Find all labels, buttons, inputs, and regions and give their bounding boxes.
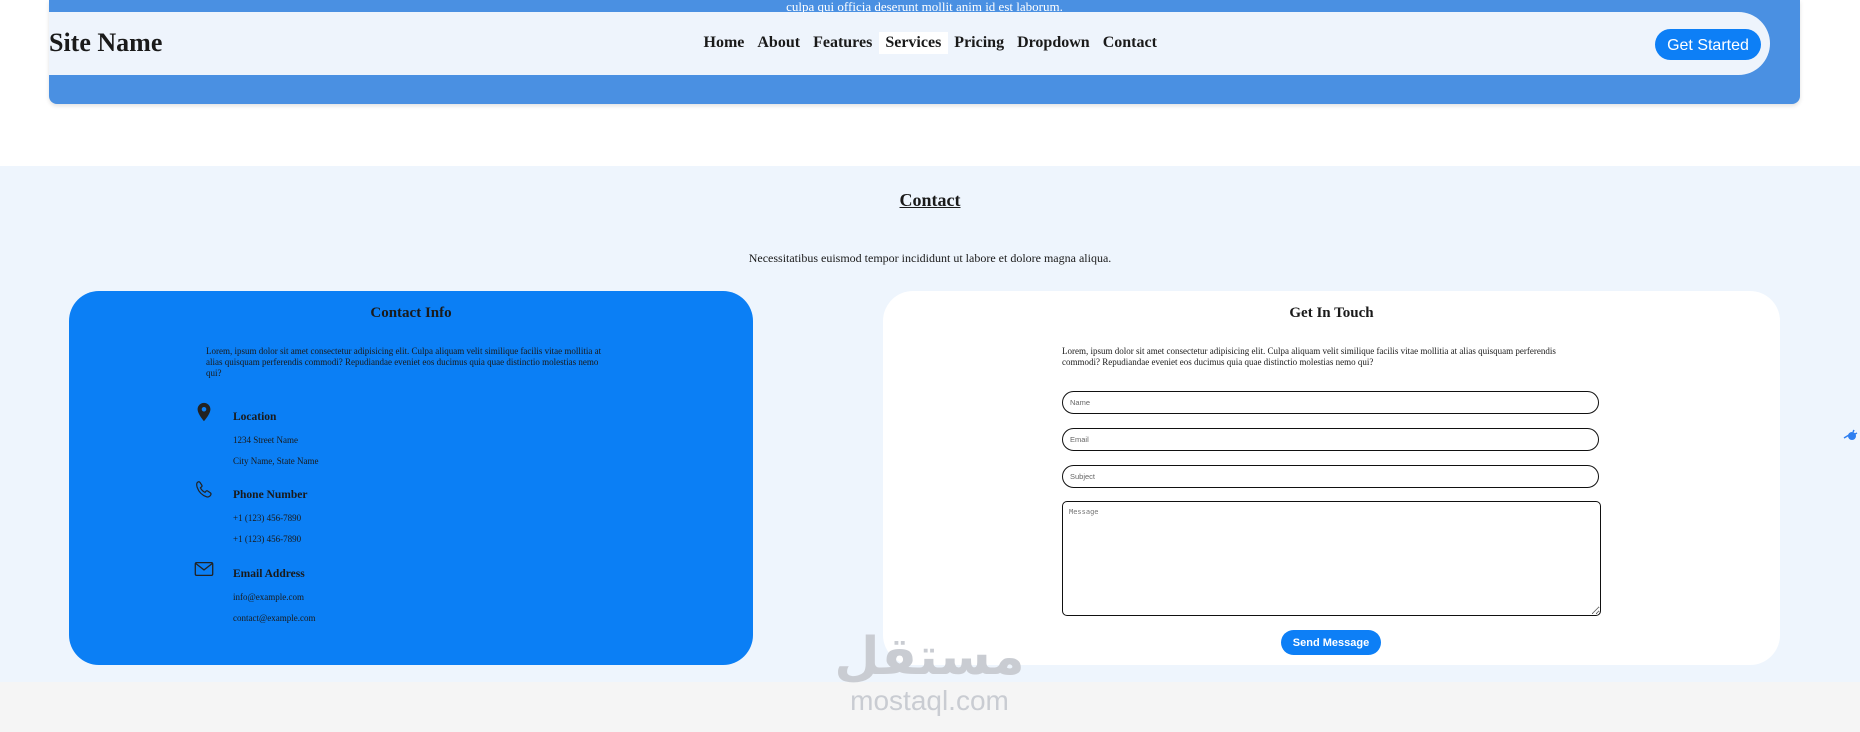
send-message-button[interactable]: Send Message [1281,630,1381,655]
phone-title: Phone Number [233,489,308,501]
email-title: Email Address [233,568,305,580]
phone-line-2: +1 (123) 456-7890 [233,534,302,544]
name-input[interactable] [1062,391,1599,414]
message-textarea[interactable] [1062,501,1601,616]
form-description: Lorem, ipsum dolor sit amet consectetur … [1062,346,1556,367]
nav-item-pricing[interactable]: Pricing [948,32,1011,54]
navbar: Site Name Home About Features Services P… [49,12,1770,75]
contact-section: Contact Necessitatibus euismod tempor in… [0,166,1860,682]
email-line-2[interactable]: contact@example.com [233,613,316,623]
nav-item-home[interactable]: Home [697,32,751,54]
form-heading: Get In Touch [1289,305,1374,321]
nav-menu: Home About Features Services Pricing Dro… [697,32,1163,54]
map-pin-icon [197,402,211,422]
floating-widget-icon[interactable] [1840,426,1860,446]
email-input[interactable] [1062,428,1599,451]
contact-form-card: Get In Touch Lorem, ipsum dolor sit amet… [883,291,1780,665]
watermark-latin: mostaql.com [850,685,1009,716]
watermark-arabic: مستقل [834,627,1025,687]
site-logo-text[interactable]: Site Name [49,26,162,60]
nav-item-features[interactable]: Features [807,32,879,54]
nav-item-contact[interactable]: Contact [1096,32,1163,54]
phone-line-1: +1 (123) 456-7890 [233,513,302,523]
subject-input[interactable] [1062,465,1599,488]
watermark: مستقل mostaql.com [832,628,1027,716]
nav-item-services[interactable]: Services [878,32,948,54]
section-title: Contact [899,190,961,210]
get-started-button[interactable]: Get Started [1655,29,1761,60]
email-line-1[interactable]: info@example.com [233,592,304,602]
contact-info-description: Lorem, ipsum dolor sit amet consectetur … [206,346,602,378]
phone-icon [196,481,212,498]
contact-info-heading: Contact Info [370,305,452,321]
nav-item-about[interactable]: About [751,32,807,54]
section-subtitle: Necessitatibus euismod tempor incididunt… [748,251,1112,265]
location-line-2: City Name, State Name [233,456,319,466]
nav-item-dropdown[interactable]: Dropdown [1011,32,1097,54]
contact-info-card: Contact Info Lorem, ipsum dolor sit amet… [69,291,753,665]
location-line-1: 1234 Street Name [233,435,298,445]
location-title: Location [233,411,277,423]
envelope-icon [194,561,214,577]
